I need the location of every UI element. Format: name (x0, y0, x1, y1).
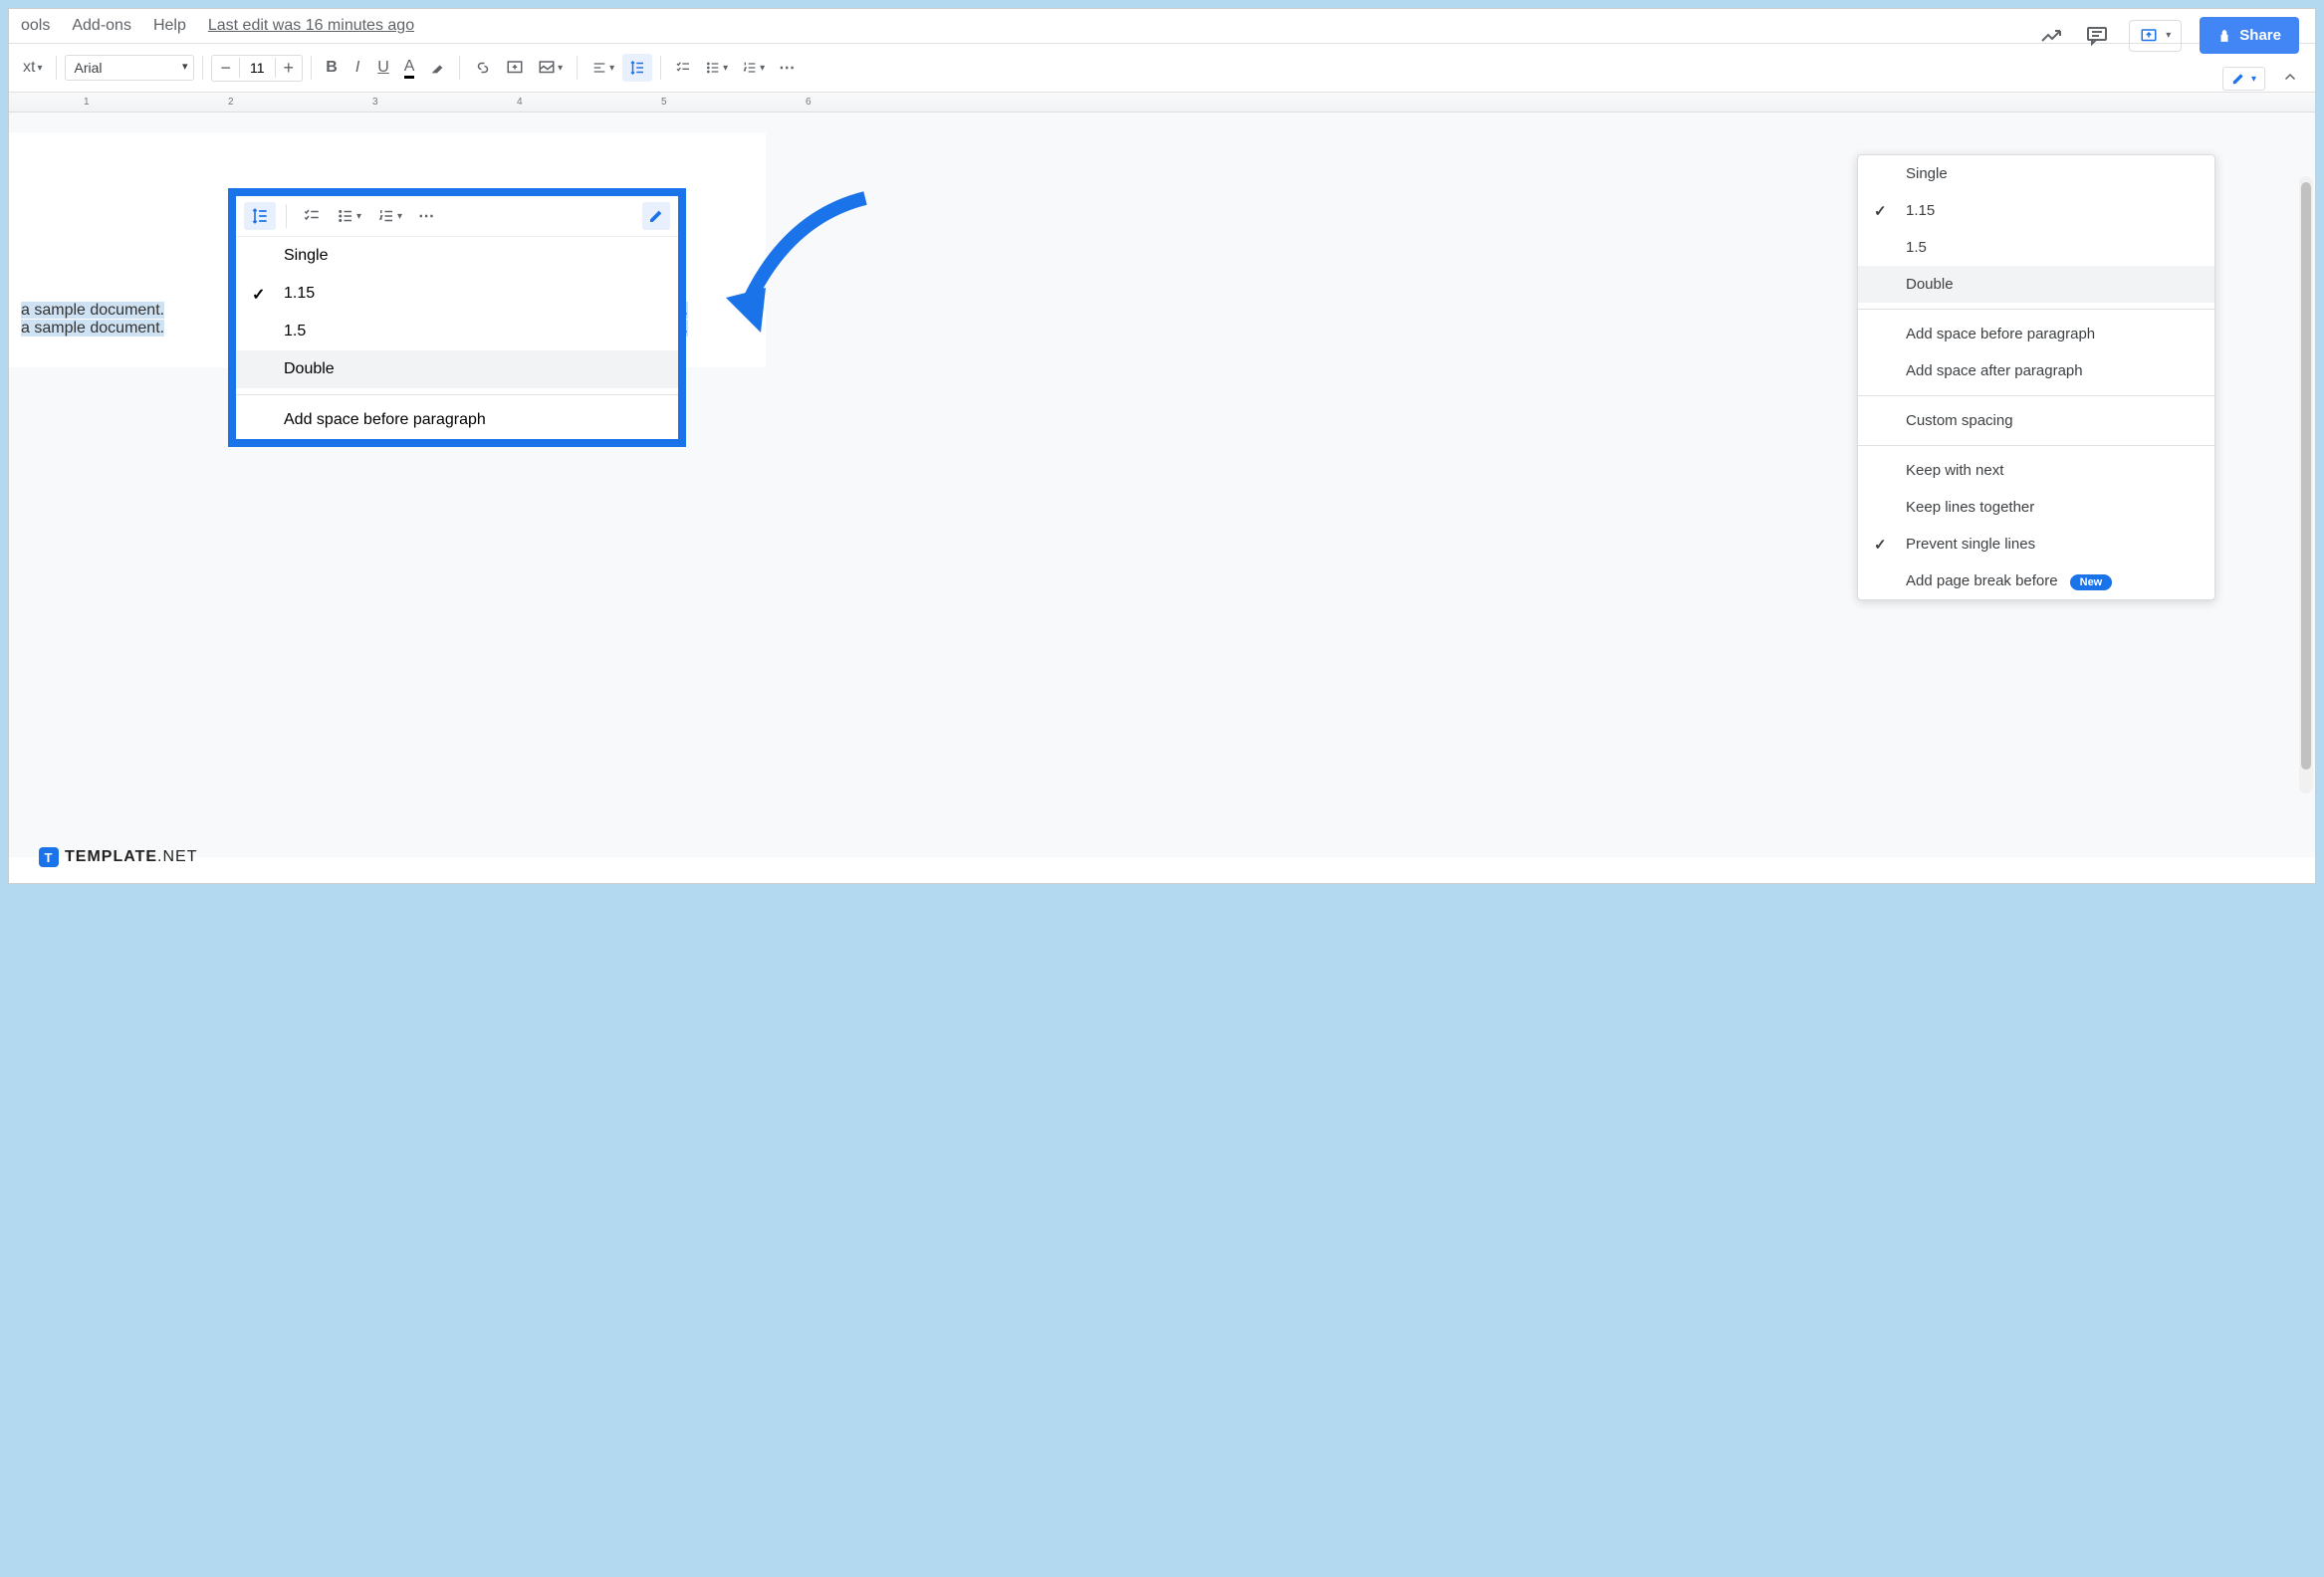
check-icon: ✓ (252, 285, 265, 305)
check-icon: ✓ (1874, 536, 1887, 554)
new-badge: New (2070, 574, 2113, 590)
collapse-toolbar-button[interactable] (2281, 69, 2299, 87)
font-size-control: − 11 + (211, 55, 303, 82)
bullet-list-button[interactable]: ▾ (331, 202, 367, 230)
callout-spacing-menu: Single ✓1.15 1.5 Double Add space before… (236, 237, 678, 439)
spacing-single[interactable]: Single (1858, 155, 2214, 192)
custom-spacing[interactable]: Custom spacing (1858, 402, 2214, 439)
spacing-1-15[interactable]: ✓1.15 (236, 275, 678, 313)
line-spacing-button[interactable] (244, 202, 276, 230)
menu-separator (1858, 309, 2214, 310)
spacing-double[interactable]: Double (236, 350, 678, 388)
share-label: Share (2239, 27, 2281, 44)
ruler: 1 2 3 4 5 6 (9, 93, 2315, 113)
font-size-increase[interactable]: + (276, 56, 303, 81)
selected-text[interactable]: a sample document. (21, 320, 164, 337)
footer-logo: T TEMPLATE.NET (39, 847, 197, 867)
present-button[interactable]: ▾ (2129, 20, 2182, 52)
text-color-button[interactable]: A (397, 54, 421, 82)
edit-icon[interactable] (642, 202, 670, 230)
comments-icon[interactable] (2083, 22, 2111, 50)
underline-button[interactable]: U (371, 54, 395, 82)
insert-image-button[interactable]: ▾ (532, 54, 569, 82)
chevron-down-icon: ▾ (2251, 74, 2256, 85)
line-spacing-menu: Single ✓1.15 1.5 Double Add space before… (1857, 154, 2215, 600)
last-edit-link[interactable]: Last edit was 16 minutes ago (208, 17, 414, 35)
menubar: ools Add-ons Help Last edit was 16 minut… (9, 9, 2315, 43)
menu-separator (1858, 445, 2214, 446)
bold-button[interactable]: B (320, 54, 344, 82)
line-spacing-button[interactable] (622, 54, 652, 82)
callout-arrow (686, 188, 885, 367)
more-button[interactable]: ⋯ (773, 54, 801, 82)
activity-icon[interactable] (2037, 22, 2065, 50)
keep-with-next[interactable]: Keep with next (1858, 452, 2214, 489)
editing-mode-button[interactable]: ▾ (2222, 67, 2265, 91)
spacing-1-15[interactable]: ✓1.15 (1858, 192, 2214, 229)
italic-button[interactable]: I (346, 54, 369, 82)
keep-lines-together[interactable]: Keep lines together (1858, 489, 2214, 526)
menu-help[interactable]: Help (153, 17, 186, 35)
numbered-list-button[interactable]: ▾ (371, 202, 408, 230)
bullet-list-button[interactable]: ▾ (699, 54, 734, 82)
menu-addons[interactable]: Add-ons (72, 17, 131, 35)
font-select[interactable]: Arial (65, 55, 194, 81)
add-page-break-before[interactable]: Add page break beforeNew (1858, 563, 2214, 599)
highlight-button[interactable] (423, 54, 451, 82)
menu-separator (1858, 395, 2214, 396)
spacing-single[interactable]: Single (236, 237, 678, 275)
add-space-before[interactable]: Add space before paragraph (236, 401, 678, 439)
callout-toolbar: ▾ ▾ ⋯ (236, 196, 678, 237)
font-size-decrease[interactable]: − (212, 56, 239, 81)
numbered-list-button[interactable]: ▾ (736, 54, 771, 82)
app-frame: ools Add-ons Help Last edit was 16 minut… (8, 8, 2316, 884)
checklist-button[interactable] (669, 54, 697, 82)
chevron-down-icon: ▾ (2166, 30, 2171, 41)
spacing-1-5[interactable]: 1.5 (1858, 229, 2214, 266)
share-button[interactable]: Share (2200, 17, 2299, 54)
align-button[interactable]: ▾ (585, 54, 620, 82)
more-button[interactable]: ⋯ (412, 202, 440, 230)
prevent-single-lines[interactable]: ✓Prevent single lines (1858, 526, 2214, 563)
checklist-button[interactable] (297, 202, 327, 230)
link-button[interactable] (468, 54, 498, 82)
check-icon: ✓ (1874, 202, 1887, 220)
selected-text[interactable]: a sample document. (21, 302, 164, 319)
add-comment-button[interactable] (500, 54, 530, 82)
scrollbar-thumb[interactable] (2301, 182, 2311, 770)
add-space-after[interactable]: Add space after paragraph (1858, 352, 2214, 389)
spacing-double[interactable]: Double (1858, 266, 2214, 303)
add-space-before[interactable]: Add space before paragraph (1858, 316, 2214, 352)
styles-dropdown[interactable]: xt▾ (17, 54, 48, 82)
menu-tools[interactable]: ools (21, 17, 50, 35)
logo-icon: T (39, 847, 59, 867)
callout-box: ▾ ▾ ⋯ Single ✓1.15 1.5 Double Add space … (228, 188, 686, 447)
scrollbar[interactable] (2299, 176, 2313, 793)
top-actions: ▾ Share (2037, 17, 2299, 54)
spacing-1-5[interactable]: 1.5 (236, 313, 678, 350)
toolbar: xt▾ Arial − 11 + B I U A ▾ ▾ (9, 43, 2315, 93)
font-size-value[interactable]: 11 (239, 58, 276, 78)
menu-separator (236, 394, 678, 395)
